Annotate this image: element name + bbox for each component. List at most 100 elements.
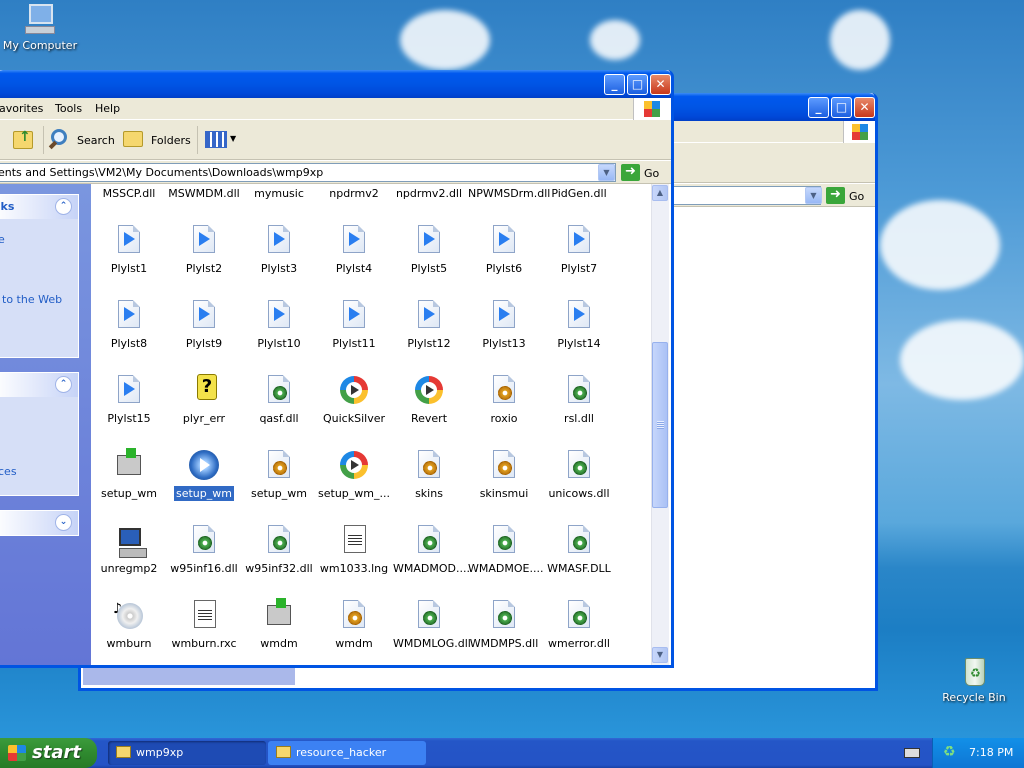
file-item[interactable]: Plylst5 (391, 224, 467, 276)
up-folder-button[interactable]: ↑ (13, 129, 35, 151)
file-item[interactable]: Plylst13 (466, 299, 542, 351)
file-item[interactable]: wmburn.rxc (166, 599, 242, 651)
front-window[interactable]: _ □ ✕ avorites Tools Help ↑ Search Folde… (0, 70, 674, 668)
expand-chevron-icon[interactable]: ⌄ (55, 514, 72, 531)
scroll-up-button[interactable]: ▲ (652, 185, 668, 201)
places-header[interactable]: ⌃ (0, 373, 78, 397)
scroll-thumb[interactable] (652, 342, 668, 508)
back-go-label[interactable]: Go (849, 190, 864, 203)
menu-favorites[interactable]: avorites (0, 102, 43, 115)
close-button[interactable]: ✕ (650, 74, 671, 95)
file-item[interactable]: npdrmv2.dll (391, 184, 467, 201)
file-item[interactable]: Plylst9 (166, 299, 242, 351)
scroll-down-button[interactable]: ▼ (652, 647, 668, 663)
maximize-button[interactable]: □ (627, 74, 648, 95)
file-item[interactable]: WMADMOE.... (466, 524, 543, 576)
file-item[interactable]: WMADMOD.... (391, 524, 470, 576)
taskbar-button-wmp9xp[interactable]: wmp9xp (108, 741, 266, 765)
file-label: roxio (490, 412, 518, 425)
file-item[interactable]: skins (391, 449, 467, 501)
file-label: Plylst8 (110, 337, 148, 350)
collapse-chevron-icon[interactable]: ⌃ (55, 376, 72, 393)
file-item[interactable]: ♪ wmburn (91, 599, 167, 651)
file-item[interactable]: Plylst11 (316, 299, 392, 351)
file-item[interactable]: Plylst6 (466, 224, 542, 276)
desktop-icon-my-computer[interactable]: My Computer (0, 4, 80, 52)
file-item[interactable]: wmdm (316, 599, 392, 651)
file-item[interactable]: setup_wm (241, 449, 317, 501)
file-item[interactable]: wmerror.dll (541, 599, 617, 651)
keyboard-icon[interactable] (904, 748, 920, 758)
setup-icon (263, 598, 295, 631)
file-item[interactable]: PidGen.dll (541, 184, 617, 201)
go-icon[interactable]: ➜ (621, 164, 640, 181)
file-item[interactable]: MSSCP.dll (91, 184, 167, 201)
file-item[interactable]: unregmp2 (91, 524, 167, 576)
file-item[interactable]: npdrmv2 (316, 184, 392, 201)
file-item[interactable]: Plylst12 (391, 299, 467, 351)
file-item[interactable]: Plylst10 (241, 299, 317, 351)
file-item[interactable]: Plylst1 (91, 224, 167, 276)
file-item[interactable]: setup_wm_... (316, 449, 392, 501)
file-item[interactable]: setup_wm (91, 448, 167, 501)
back-hscroll-fragment[interactable] (83, 667, 295, 685)
file-item[interactable]: mymusic (241, 184, 317, 201)
file-item[interactable]: WMDMLOG.dll (391, 599, 471, 651)
file-item[interactable]: wmdm (241, 598, 317, 651)
search-button[interactable]: Search (48, 129, 117, 151)
file-item[interactable]: Plylst3 (241, 224, 317, 276)
address-dropdown[interactable]: ▼ (598, 164, 615, 181)
file-item[interactable]: WMASF.DLL (541, 524, 617, 576)
file-item[interactable]: WMDMPS.dll (466, 599, 542, 651)
menu-help[interactable]: Help (95, 102, 120, 115)
clock: 7:18 PM (969, 746, 1014, 759)
recycle-tray-icon[interactable]: ♻ (943, 744, 956, 760)
details-header[interactable]: ⌄ (0, 511, 78, 535)
file-item[interactable]: w95inf32.dll (241, 524, 317, 576)
file-item[interactable]: Plylst7 (541, 224, 617, 276)
back-go-icon[interactable]: ➜ (826, 187, 845, 204)
file-item[interactable]: ? plyr_err (166, 374, 242, 426)
back-minimize-button[interactable]: _ (808, 97, 829, 118)
file-item[interactable]: skinsmui (466, 449, 542, 501)
collapse-chevron-icon[interactable]: ⌃ (55, 198, 72, 215)
file-view[interactable]: MSSCP.dll MSWMDM.dll mymusic npdrmv2 npdrmv2… (91, 184, 651, 665)
file-item[interactable]: MSWMDM.dll (166, 184, 242, 201)
taskbar-button-resource-hacker[interactable]: resource_hacker (268, 741, 426, 765)
file-item[interactable]: Revert (391, 374, 467, 426)
task-link-1[interactable]: e (0, 233, 5, 246)
go-label[interactable]: Go (644, 167, 659, 180)
file-item[interactable]: setup_wm (166, 449, 242, 502)
file-item[interactable]: wm1033.lng (316, 524, 392, 576)
back-maximize-button[interactable]: □ (831, 97, 852, 118)
gear-dll-icon (488, 524, 520, 556)
minimize-button[interactable]: _ (604, 74, 625, 95)
back-close-button[interactable]: ✕ (854, 97, 875, 118)
file-item[interactable]: roxio (466, 374, 542, 426)
file-item[interactable]: unicows.dll (541, 449, 617, 501)
task-link-publish[interactable]: to the Web (2, 293, 62, 306)
file-item[interactable]: w95inf16.dll (166, 524, 242, 576)
views-button[interactable]: ▼ (203, 130, 237, 150)
start-button[interactable]: start (0, 738, 97, 768)
vertical-scrollbar[interactable]: ▲ ▼ (651, 184, 669, 665)
file-item[interactable]: Plylst14 (541, 299, 617, 351)
text-file-icon (188, 599, 220, 631)
file-item[interactable]: Plylst8 (91, 299, 167, 351)
back-address-input[interactable] (661, 186, 821, 205)
file-item[interactable]: rsl.dll (541, 374, 617, 426)
file-item[interactable]: NPWMSDrm.dll (466, 184, 550, 201)
folders-button[interactable]: Folders (123, 129, 193, 151)
file-item[interactable]: QuickSilver (316, 374, 392, 426)
file-item[interactable]: Plylst15 (91, 374, 167, 426)
places-link[interactable]: ces (0, 465, 17, 478)
front-window-titlebar[interactable]: _ □ ✕ (0, 70, 671, 98)
address-input[interactable]: ents and Settings\VM2\My Documents\Downl… (0, 163, 616, 182)
back-address-dropdown[interactable]: ▼ (805, 187, 822, 204)
tasks-header[interactable]: sks ⌃ (0, 195, 78, 219)
file-item[interactable]: Plylst4 (316, 224, 392, 276)
menu-tools[interactable]: Tools (55, 102, 82, 115)
desktop-icon-recycle-bin[interactable]: ♻ Recycle Bin (934, 656, 1014, 704)
file-item[interactable]: qasf.dll (241, 374, 317, 426)
file-item[interactable]: Plylst2 (166, 224, 242, 276)
